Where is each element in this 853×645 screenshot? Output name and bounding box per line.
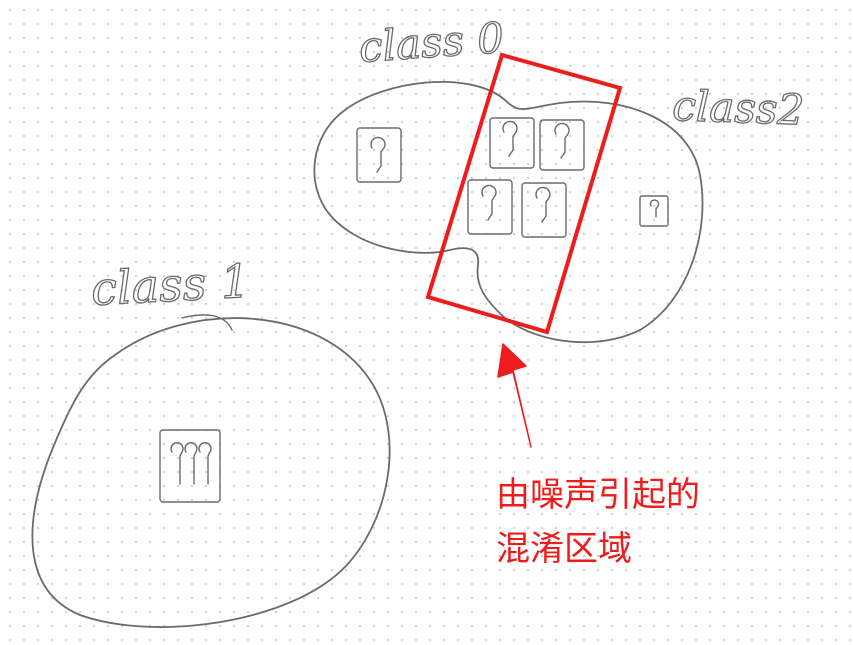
class-1-cluster-outline xyxy=(31,317,391,628)
diagram-canvas: class 0 class2 class 1 xyxy=(31,12,806,628)
annotation-line-2: 混淆区域 xyxy=(496,529,632,569)
confusion-region-box xyxy=(425,52,623,335)
class-1-label: class 1 xyxy=(90,254,252,316)
annotation-line-1: 由噪声引起的 xyxy=(496,475,700,515)
class-2-label: class2 xyxy=(672,81,805,135)
sample-glyph xyxy=(489,117,535,169)
sample-glyph xyxy=(356,127,402,183)
arrow-icon xyxy=(497,343,532,448)
sample-glyph xyxy=(539,119,585,171)
sample-glyph xyxy=(159,429,221,503)
class-0-label: class 0 xyxy=(357,13,505,72)
sample-glyph xyxy=(521,182,567,238)
sample-glyph xyxy=(639,195,669,227)
sample-glyph xyxy=(467,179,513,235)
confusion-region-annotation: 由噪声引起的 混淆区域 xyxy=(496,468,700,576)
